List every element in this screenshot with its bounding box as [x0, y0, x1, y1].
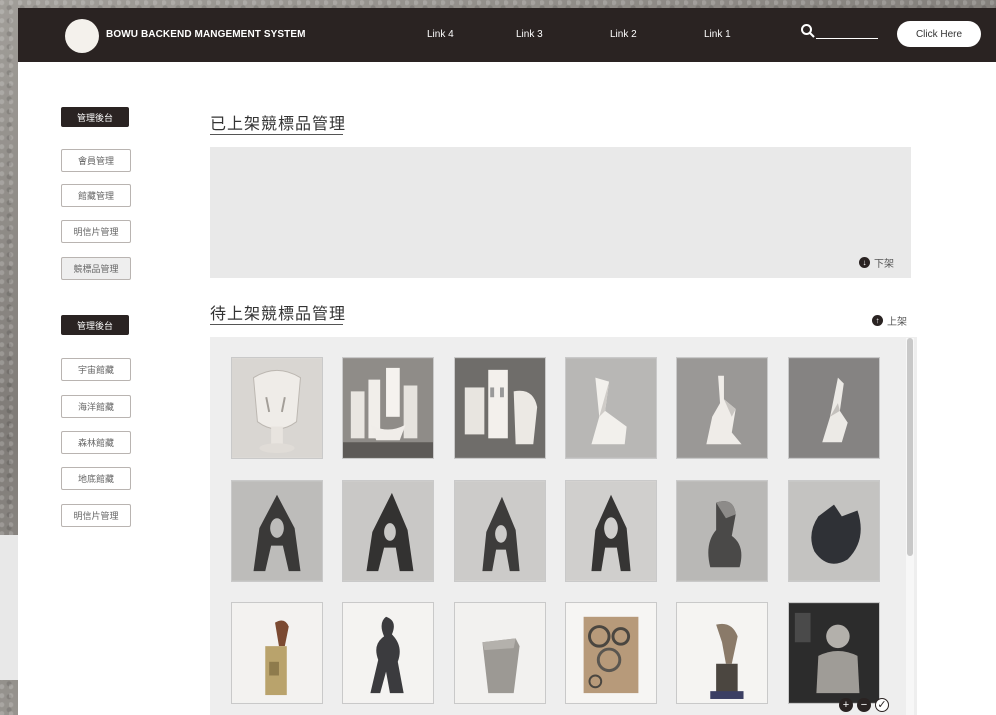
sculpture-thumbnail[interactable]	[231, 357, 323, 459]
sidebar-item-auctions[interactable]: 競標品管理	[61, 257, 131, 280]
sculpture-thumbnail[interactable]	[454, 357, 546, 459]
sculpture-thumbnail[interactable]	[676, 602, 768, 704]
sculpture-image	[566, 603, 656, 703]
pending-heading-underline	[210, 324, 343, 325]
sculpture-thumbnail[interactable]	[565, 480, 657, 582]
sculpture-thumbnail[interactable]	[788, 480, 880, 582]
sculpture-image	[343, 358, 433, 458]
check-icon[interactable]: ✓	[875, 698, 889, 712]
list-label: 上架	[887, 317, 907, 328]
listed-heading-underline	[210, 134, 343, 135]
list-button[interactable]: ↑ 上架	[872, 313, 907, 328]
pending-heading: 待上架競標品管理	[210, 306, 347, 323]
sculpture-image	[455, 358, 545, 458]
sculpture-thumbnail[interactable]	[454, 480, 546, 582]
nav-link-4[interactable]: Link 4	[427, 29, 454, 40]
admin-window: BOWU BACKEND MANGEMENT SYSTEM Link 4 Lin…	[18, 8, 996, 715]
unlist-button[interactable]: ↓ 下架	[859, 255, 894, 270]
listed-items-panel	[210, 147, 911, 278]
sculpture-thumbnail[interactable]	[342, 602, 434, 704]
sculpture-thumbnail[interactable]	[454, 602, 546, 704]
sidebar-item-collection[interactable]: 館藏管理	[61, 184, 131, 207]
sculpture-image	[789, 481, 879, 581]
top-navbar: BOWU BACKEND MANGEMENT SYSTEM Link 4 Lin…	[18, 8, 996, 62]
sidebar-item-postcards-2[interactable]: 明信片管理	[61, 504, 131, 527]
sculpture-image	[566, 481, 656, 581]
sculpture-image	[232, 358, 322, 458]
sculpture-image	[455, 603, 545, 703]
remove-icon[interactable]: −	[857, 698, 871, 712]
search-input[interactable]	[816, 38, 878, 39]
sculpture-image	[232, 481, 322, 581]
sculpture-thumbnail[interactable]	[342, 480, 434, 582]
sculpture-image	[566, 358, 656, 458]
sidebar-item-ocean[interactable]: 海洋館藏	[61, 395, 131, 418]
sculpture-image	[343, 481, 433, 581]
unlist-label: 下架	[874, 259, 894, 270]
brand-title: BOWU BACKEND MANGEMENT SYSTEM	[106, 29, 306, 40]
logo[interactable]	[65, 19, 99, 53]
sidebar-item-forest[interactable]: 森林館藏	[61, 431, 131, 454]
sculpture-thumbnail[interactable]	[565, 357, 657, 459]
sculpture-thumbnail[interactable]	[565, 602, 657, 704]
sculpture-image	[343, 603, 433, 703]
sculpture-image	[789, 603, 879, 703]
sidebar-item-underground[interactable]: 地底館藏	[61, 467, 131, 490]
click-here-button[interactable]: Click Here	[897, 21, 981, 47]
nav-link-1[interactable]: Link 1	[704, 29, 731, 40]
sculpture-image	[677, 603, 767, 703]
sculpture-thumbnail[interactable]	[342, 357, 434, 459]
sculpture-thumbnail[interactable]	[676, 357, 768, 459]
sculpture-thumbnail[interactable]	[676, 480, 768, 582]
background-panel	[0, 535, 18, 680]
sidebar-item-members[interactable]: 會員管理	[61, 149, 131, 172]
sculpture-image	[232, 603, 322, 703]
sculpture-image	[455, 481, 545, 581]
listed-heading: 已上架競標品管理	[210, 116, 347, 133]
search-icon[interactable]	[800, 23, 816, 39]
sculpture-image	[789, 358, 879, 458]
arrow-up-icon: ↑	[872, 315, 883, 326]
arrow-down-icon: ↓	[859, 257, 870, 268]
sidebar-item-space[interactable]: 宇宙館藏	[61, 358, 131, 381]
sculpture-thumbnail[interactable]	[788, 357, 880, 459]
sidebar-group2-title: 管理後台	[61, 315, 129, 335]
nav-link-3[interactable]: Link 3	[516, 29, 543, 40]
scrollbar-thumb[interactable]	[907, 338, 913, 556]
nav-link-2[interactable]: Link 2	[610, 29, 637, 40]
sidebar-item-postcards[interactable]: 明信片管理	[61, 220, 131, 243]
sculpture-thumbnail[interactable]	[231, 602, 323, 704]
add-icon[interactable]: +	[839, 698, 853, 712]
sculpture-image	[677, 358, 767, 458]
sculpture-image	[677, 481, 767, 581]
sculpture-thumbnail[interactable]	[231, 480, 323, 582]
sculpture-thumbnail[interactable]	[788, 602, 880, 704]
sidebar-group1-title: 管理後台	[61, 107, 129, 127]
